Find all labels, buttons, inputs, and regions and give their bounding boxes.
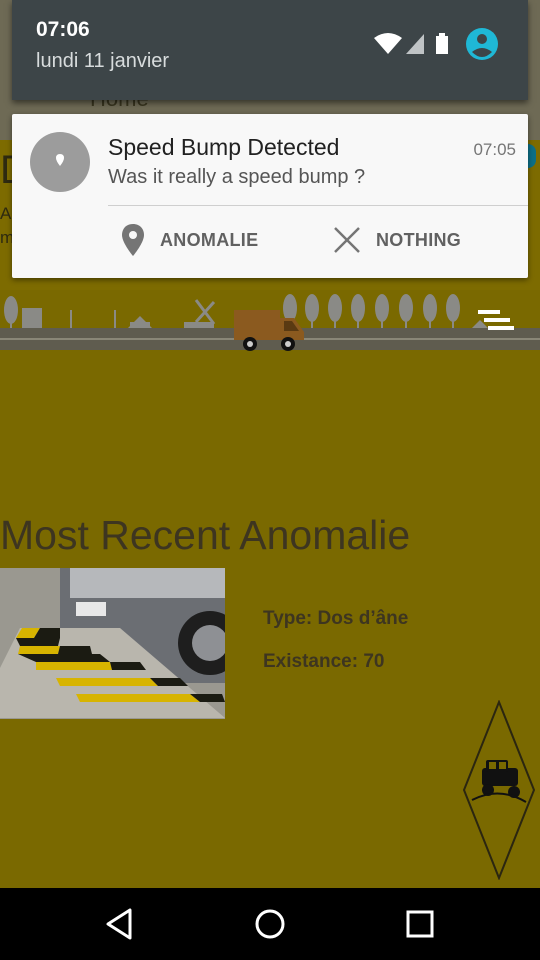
section-title: Most Recent Anomalie (0, 512, 411, 558)
recents-icon[interactable] (402, 906, 438, 942)
anomaly-existence: Existance: 70 (263, 651, 385, 672)
notification-divider (108, 205, 528, 206)
notification-text: Was it really a speed bump ? (108, 166, 366, 188)
battery-icon (436, 36, 448, 54)
anomalie-action-button[interactable]: ANOMALIE (120, 220, 258, 260)
signal-icon (406, 34, 424, 54)
notification-title: Speed Bump Detected (108, 134, 340, 160)
anomalie-action-label: ANOMALIE (160, 229, 259, 250)
wifi-icon (374, 33, 402, 54)
bump-warning-sign-icon (462, 700, 536, 880)
app-notification-icon (30, 132, 90, 192)
status-icons (374, 28, 498, 60)
back-icon[interactable] (102, 906, 138, 942)
nothing-action-label: NOTHING (376, 229, 462, 250)
close-icon (334, 227, 360, 253)
system-nav-bar (0, 888, 540, 960)
anomaly-photo[interactable] (0, 568, 225, 719)
anomaly-type: Type: Dos d’âne (263, 608, 409, 629)
clock: 07:06 (36, 18, 90, 41)
nothing-action-button[interactable]: NOTHING (332, 220, 461, 260)
notification-time: 07:05 (473, 140, 516, 159)
notification-shade-header: 07:06 lundi 11 janvier (12, 0, 528, 100)
notification-card[interactable]: Speed Bump Detected 07:05 Was it really … (12, 114, 528, 278)
pin-small-icon (56, 154, 64, 166)
location-pin-icon (122, 224, 144, 256)
delivery-truck-illustration (234, 310, 304, 351)
home-icon[interactable] (252, 906, 288, 942)
menu-icon[interactable] (478, 310, 516, 336)
date[interactable]: lundi 11 janvier (36, 50, 169, 73)
